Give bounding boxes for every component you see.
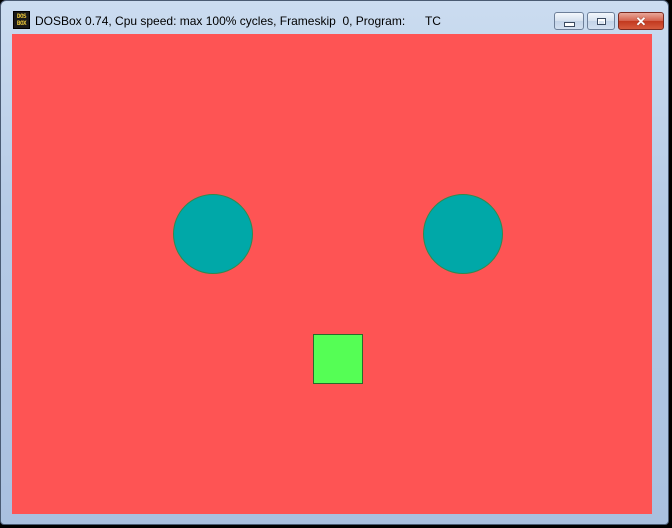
maximize-icon — [596, 17, 606, 25]
right-eye-circle — [423, 194, 503, 274]
dosbox-icon[interactable]: DOS BOX — [13, 11, 30, 29]
close-icon: ✕ — [635, 13, 647, 29]
left-eye-circle — [173, 194, 253, 274]
dos-canvas[interactable] — [12, 34, 652, 514]
icon-text-top: DOS — [16, 13, 27, 20]
minimize-icon — [563, 21, 575, 27]
mouth-square — [313, 334, 363, 384]
close-button[interactable]: ✕ — [618, 12, 664, 30]
minimize-button[interactable] — [554, 12, 584, 30]
window-title: DOSBox 0.74, Cpu speed: max 100% cycles,… — [35, 14, 441, 28]
title-bar[interactable]: DOS BOX DOSBox 0.74, Cpu speed: max 100%… — [1, 1, 668, 31]
icon-text-bottom: BOX — [16, 20, 27, 27]
maximize-button[interactable] — [587, 12, 615, 30]
dosbox-window: DOS BOX DOSBox 0.74, Cpu speed: max 100%… — [0, 0, 669, 525]
